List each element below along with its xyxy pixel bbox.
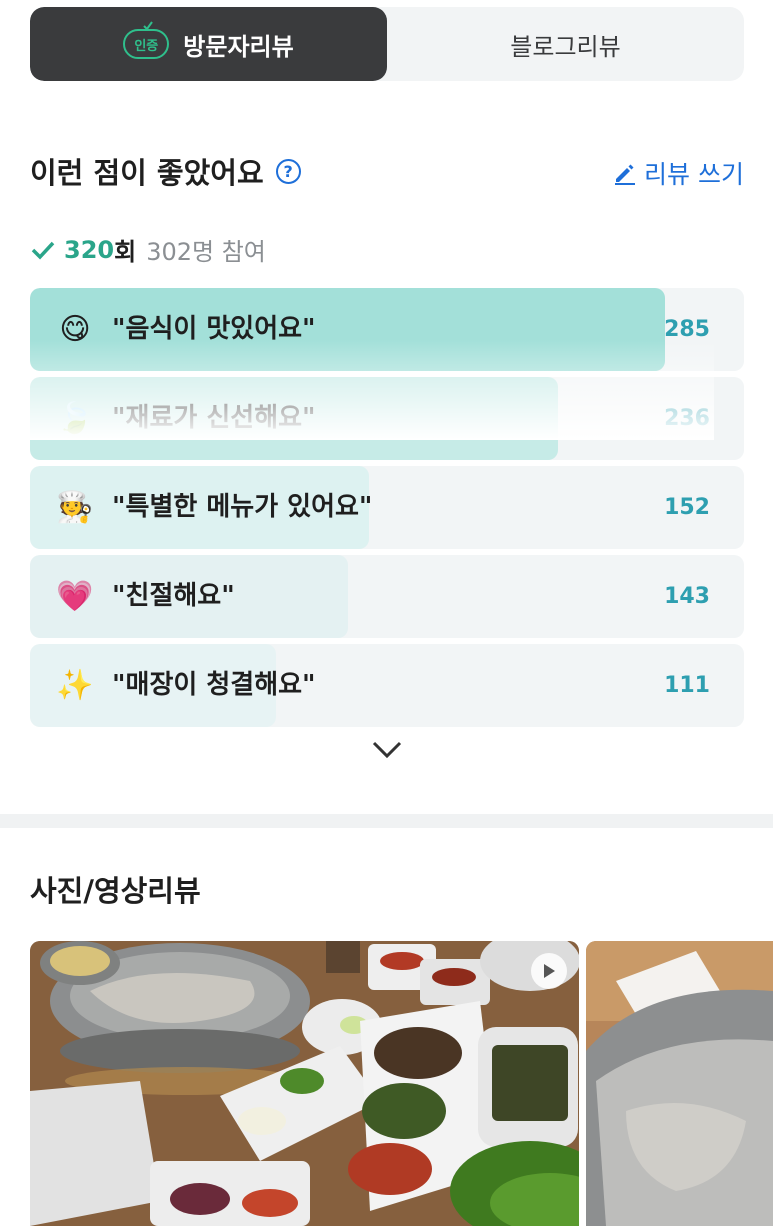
help-icon[interactable]: ?	[275, 158, 301, 184]
keyword-count: 143	[664, 584, 710, 609]
tab-visitor-label: 방문자리뷰	[183, 32, 294, 61]
review-type-tabs: 인증 방문자리뷰 블로그리뷰	[30, 7, 744, 81]
heart-face-icon: 💗	[56, 579, 94, 614]
food-photo-image-2	[586, 941, 773, 1226]
keyword-label: "매장이 청결해요"	[112, 670, 316, 700]
keyword-item-4[interactable]: 💗 "친절해요" 143	[30, 555, 744, 638]
keyword-count: 152	[664, 495, 710, 520]
review-video-thumbnail[interactable]	[30, 941, 579, 1226]
participants-count: 302명 참여	[146, 238, 266, 266]
section-divider	[0, 814, 773, 828]
keyword-item-2[interactable]: 🍃 "재료가 신선해요" 236	[30, 377, 744, 460]
leaf-icon: 🍃	[56, 401, 94, 436]
review-photo-thumbnail[interactable]	[586, 941, 773, 1226]
keyword-list: 😋 "음식이 맛있어요" 285 🍃 "재료가 신선해요" 236 🧑‍🍳 "특…	[30, 288, 744, 733]
tab-blog-label: 블로그리뷰	[510, 32, 621, 61]
keyword-item-3[interactable]: 🧑‍🍳 "특별한 메뉴가 있어요" 152	[30, 466, 744, 549]
vote-count-unit: 회	[114, 238, 137, 266]
sparkles-icon: ✨	[56, 668, 94, 703]
keyword-label: "친절해요"	[112, 581, 235, 611]
chef-icon: 🧑‍🍳	[56, 490, 94, 525]
tab-blog-reviews[interactable]: 블로그리뷰	[387, 7, 744, 81]
keyword-item-5[interactable]: ✨ "매장이 청결해요" 111	[30, 644, 744, 727]
tab-visitor-reviews[interactable]: 인증 방문자리뷰	[30, 7, 387, 81]
smiling-face-icon: 😋	[59, 312, 91, 347]
keyword-label: "특별한 메뉴가 있어요"	[112, 492, 373, 522]
keyword-label: "음식이 맛있어요"	[112, 314, 316, 344]
pencil-icon	[615, 164, 636, 185]
keyword-count: 111	[664, 673, 710, 698]
keyword-count: 236	[664, 406, 710, 431]
check-icon	[31, 241, 55, 260]
write-review-label: 리뷰 쓰기	[644, 160, 744, 189]
chevron-down-icon[interactable]	[370, 736, 404, 762]
verified-badge-icon: 인증	[123, 21, 170, 59]
keyword-label: "재료가 신선해요"	[112, 403, 316, 433]
write-review-link[interactable]: 리뷰 쓰기	[613, 155, 744, 191]
play-icon[interactable]	[531, 953, 567, 989]
food-photo-image	[30, 941, 579, 1226]
vote-count: 320	[64, 235, 115, 264]
participation-stats: 320 회 302명 참여	[30, 232, 266, 267]
photo-video-reviews-title: 사진/영상리뷰	[30, 874, 201, 908]
section-title-text: 이런 점이 좋았어요	[30, 156, 264, 190]
section-title: 이런 점이 좋았어요 ?	[30, 150, 301, 192]
keyword-item-1[interactable]: 😋 "음식이 맛있어요" 285	[30, 288, 744, 371]
keyword-count: 285	[664, 317, 710, 342]
